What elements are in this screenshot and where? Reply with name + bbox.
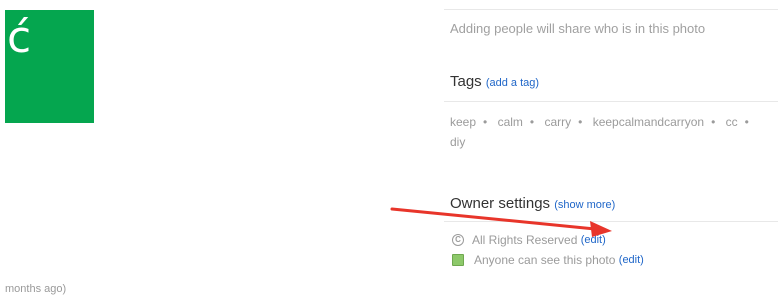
visibility-text: Anyone can see this photo (474, 253, 616, 267)
tag-link[interactable]: carry (544, 115, 571, 129)
tag-separator: • (483, 115, 488, 129)
upload-time: months ago) (5, 283, 67, 295)
people-hint: Adding people will share who is in this … (450, 21, 706, 36)
arrow-head (590, 221, 612, 237)
tag-link[interactable]: calm (498, 115, 523, 129)
add-tag-link[interactable]: (add a tag) (486, 77, 539, 89)
visibility-row: Anyone can see this photo (edit) (452, 253, 644, 267)
tag-separator: • (578, 115, 583, 129)
divider (444, 101, 778, 102)
tag-link[interactable]: cc (726, 115, 738, 129)
tags-heading: Tags (add a tag) (450, 73, 539, 90)
divider (444, 9, 778, 10)
arrow-shaft (390, 207, 597, 231)
tag-list: keep • calm • carry • keepcalmandcarryon • c… (450, 112, 770, 152)
tag-separator: • (529, 115, 535, 129)
photo-sidebar: Adding people will share who is in this … (444, 0, 778, 293)
annotation-arrow (390, 207, 612, 237)
photo-thumbnail[interactable]: ć (5, 10, 94, 123)
public-privacy-icon (452, 254, 464, 266)
tag-separator: • (744, 115, 749, 129)
tag-link[interactable]: diy (450, 135, 465, 149)
tags-title: Tags (450, 73, 482, 90)
thumbnail-glyph: ć (7, 12, 32, 63)
tag-link[interactable]: keep (450, 115, 476, 129)
tag-separator: • (711, 115, 716, 129)
edit-visibility-link[interactable]: (edit) (619, 254, 644, 266)
tag-link[interactable]: keepcalmandcarryon (593, 115, 704, 129)
